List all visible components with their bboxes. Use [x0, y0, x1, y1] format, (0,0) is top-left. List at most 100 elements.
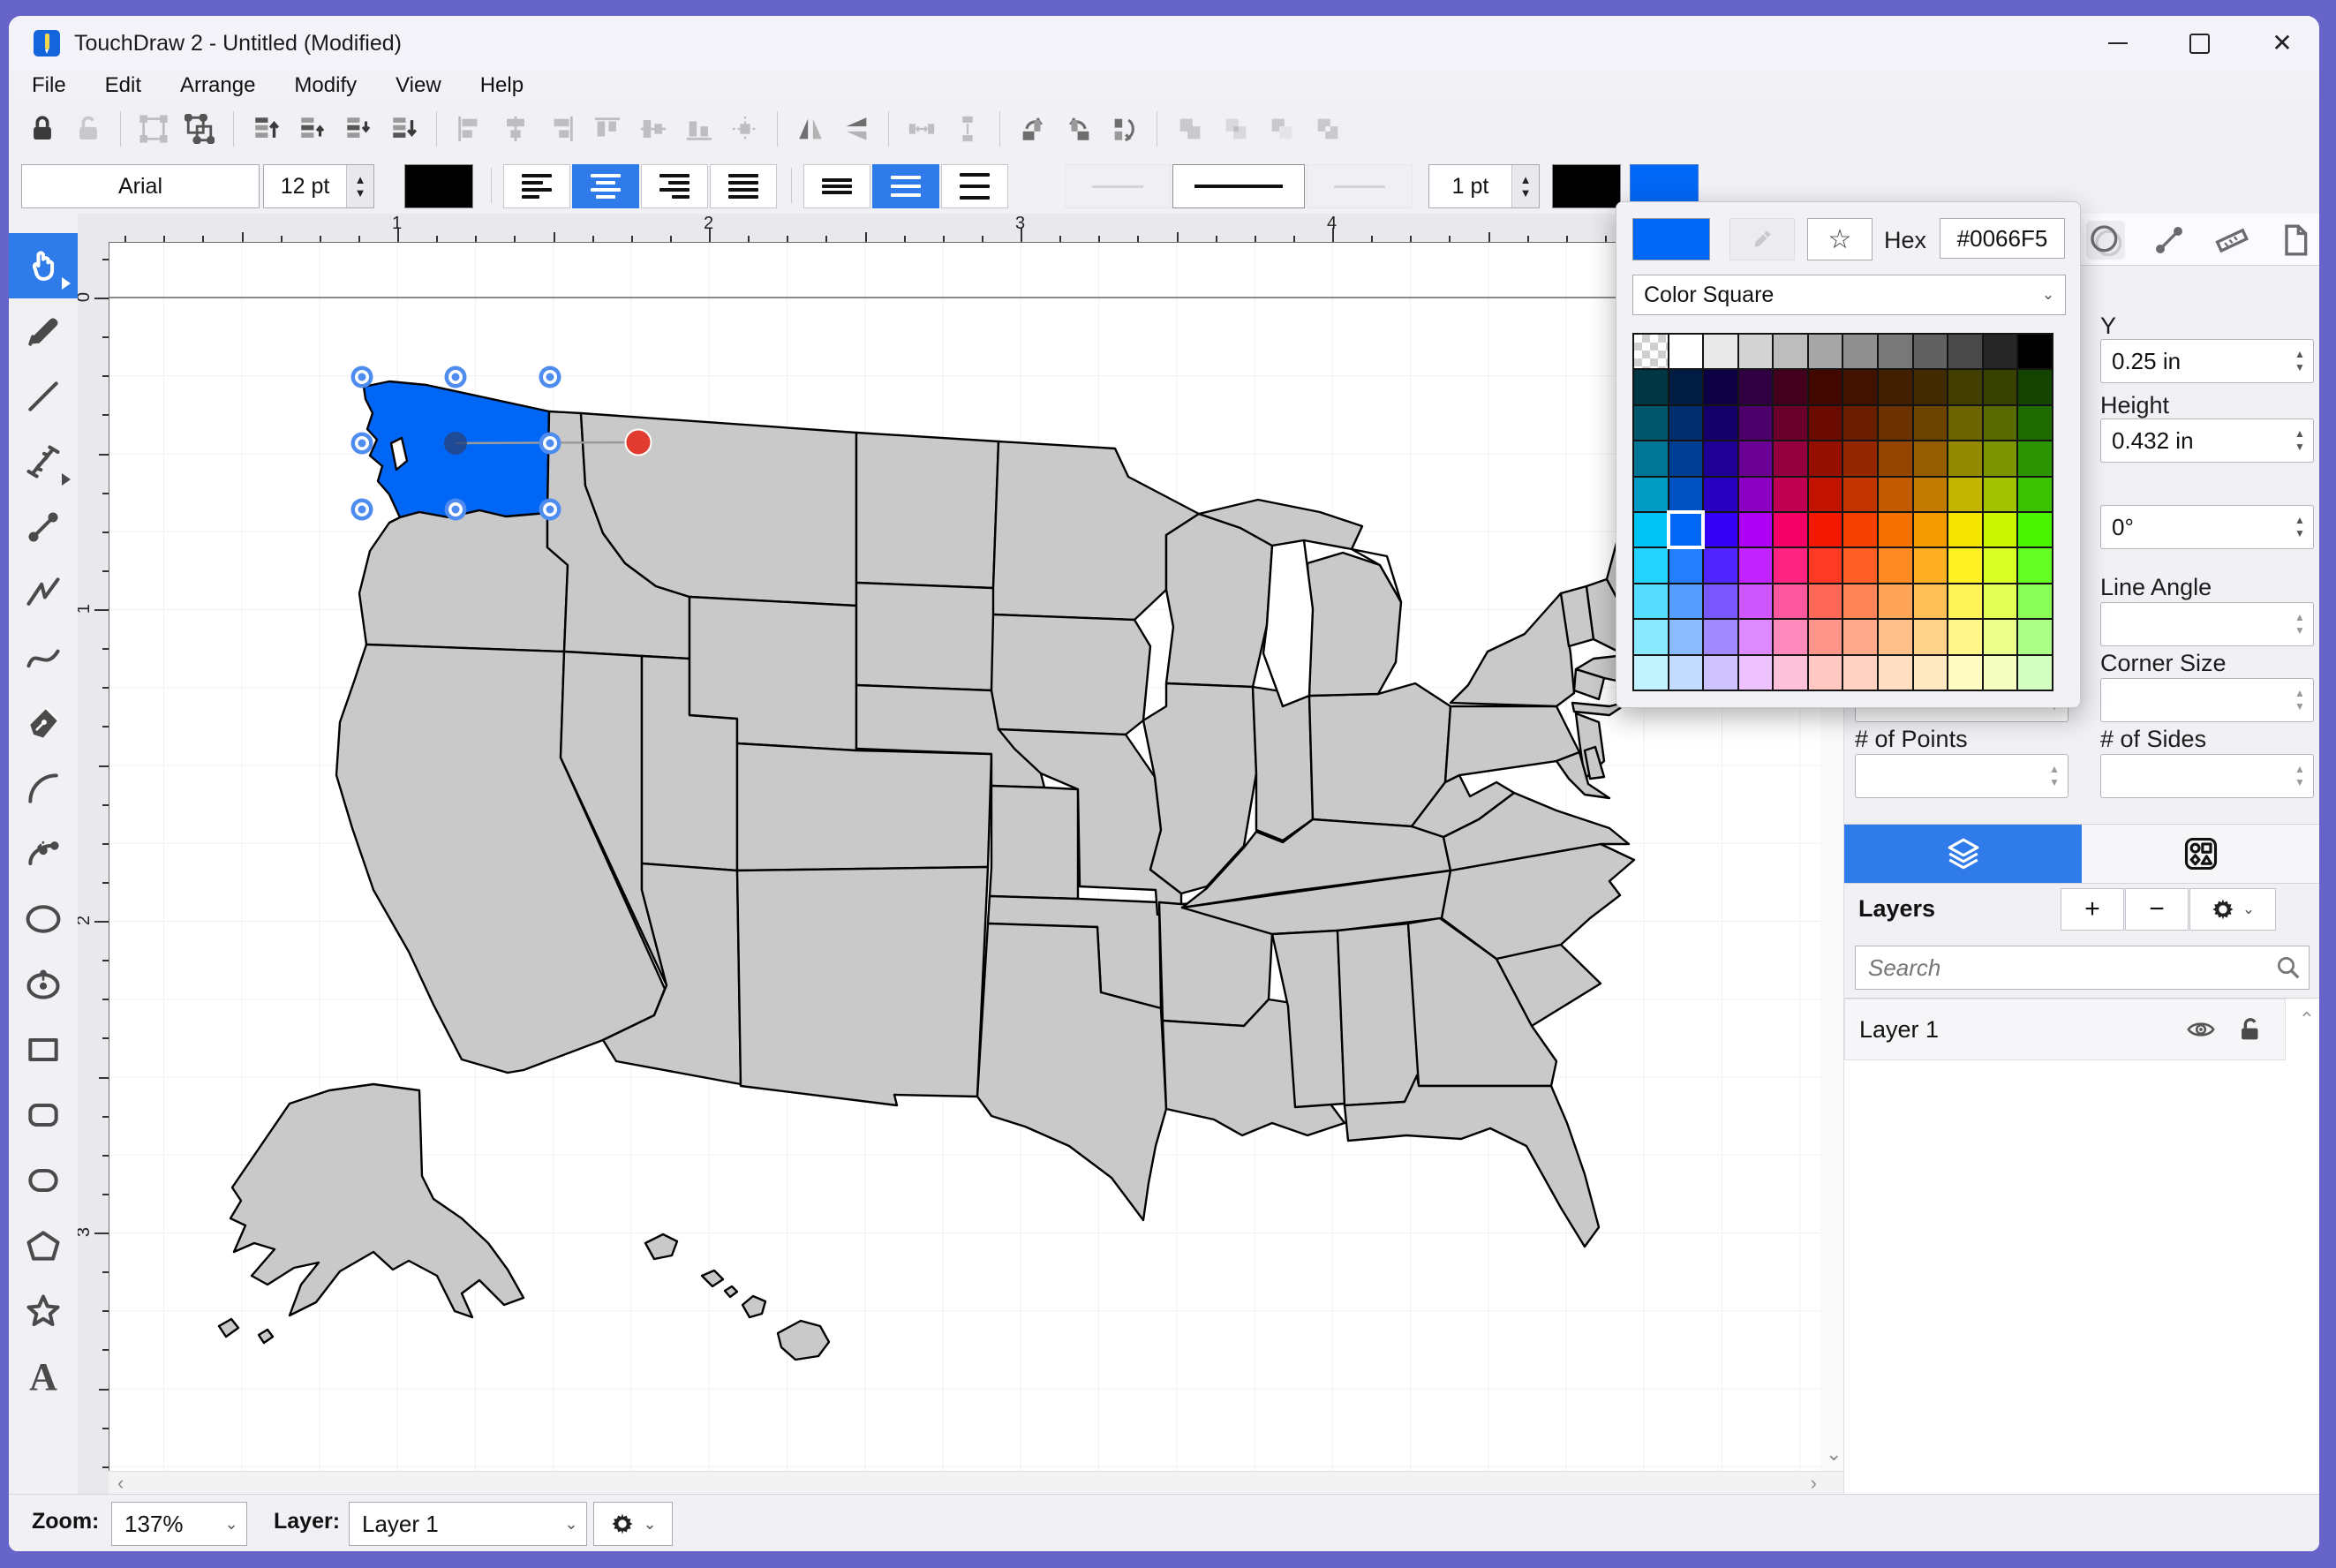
map-state-wisconsin[interactable]	[1164, 512, 1274, 689]
add-layer-button[interactable]: +	[2061, 888, 2124, 931]
menu-file[interactable]: File	[32, 73, 66, 98]
tab-metrics[interactable]	[2212, 221, 2251, 260]
palette-cell[interactable]	[2018, 584, 2052, 619]
tool-text[interactable]: A	[9, 1344, 78, 1409]
tool-rounded-rectangle[interactable]	[9, 1082, 78, 1148]
palette-cell[interactable]	[1634, 405, 1668, 441]
layer-gear-button[interactable]: ⌄	[593, 1502, 673, 1546]
palette-cell[interactable]	[1913, 335, 1948, 369]
palette-cell[interactable]	[1634, 477, 1668, 511]
stroke-style-alt-button[interactable]	[1307, 164, 1413, 208]
flip-vertical-button[interactable]	[835, 108, 878, 150]
minimize-button[interactable]	[2092, 23, 2144, 64]
map-state-pennsylvania[interactable]	[1443, 705, 1581, 784]
palette-cell[interactable]	[1808, 584, 1842, 619]
palette-cell[interactable]	[1738, 335, 1773, 369]
maximize-button[interactable]	[2174, 23, 2225, 64]
palette-cell[interactable]	[1913, 477, 1948, 511]
map-hawaii-island-5[interactable]	[776, 1319, 831, 1361]
palette-cell[interactable]	[1669, 405, 1703, 441]
palette-cell[interactable]	[1913, 370, 1948, 404]
map-state-iowa[interactable]	[990, 613, 1152, 736]
tool-arc-by-points[interactable]	[9, 821, 78, 886]
palette-cell[interactable]	[1843, 370, 1878, 404]
palette-cell[interactable]	[1913, 584, 1948, 619]
palette-cell[interactable]	[1843, 335, 1878, 369]
palette-cell[interactable]	[1843, 405, 1878, 441]
align-text-justify-button[interactable]	[710, 164, 777, 208]
palette-cell[interactable]	[1669, 620, 1703, 654]
rotate-180-button[interactable]	[1104, 108, 1146, 150]
palette-cell[interactable]	[1983, 655, 2017, 690]
palette-cell[interactable]	[1774, 513, 1807, 547]
num-sides-field[interactable]: ▲ ▼	[2100, 754, 2314, 798]
hex-input[interactable]	[1940, 218, 2065, 259]
palette-cell[interactable]	[1913, 513, 1948, 547]
menu-arrange[interactable]: Arrange	[180, 73, 255, 98]
menu-modify[interactable]: Modify	[294, 73, 357, 98]
tab-shape-style[interactable]	[2086, 221, 2125, 260]
palette-cell[interactable]	[1913, 405, 1948, 441]
palette-cell[interactable]	[1704, 655, 1737, 690]
align-top-button[interactable]	[586, 108, 629, 150]
align-middle-vertical-button[interactable]	[632, 108, 674, 150]
align-text-center-button[interactable]	[572, 164, 639, 208]
palette-cell[interactable]	[1704, 620, 1737, 654]
stroke-width-stepper[interactable]: 1 pt ▲ ▼	[1428, 164, 1540, 208]
tab-page-setup[interactable]	[2276, 221, 2315, 260]
palette-cell[interactable]	[1948, 584, 1982, 619]
map-state-indiana[interactable]	[1251, 685, 1315, 842]
angle-field[interactable]: 0° ▲ ▼	[2100, 505, 2314, 549]
group-button[interactable]	[132, 108, 175, 150]
palette-cell[interactable]	[1879, 335, 1912, 369]
rotate-left-button[interactable]	[1012, 108, 1054, 150]
eyedropper-button[interactable]	[1729, 218, 1795, 260]
map-state-colorado[interactable]	[735, 742, 993, 872]
subtract-button[interactable]	[1261, 108, 1303, 150]
palette-cell[interactable]	[1808, 335, 1842, 369]
palette-cell[interactable]	[1774, 405, 1807, 441]
tool-circle-by-center[interactable]	[9, 952, 78, 1017]
palette-cell[interactable]	[1738, 441, 1773, 476]
intersect-button[interactable]	[1215, 108, 1257, 150]
tab-shape-library[interactable]	[2082, 825, 2319, 883]
map-state-new-mexico[interactable]	[735, 865, 990, 1107]
exclude-button[interactable]	[1307, 108, 1349, 150]
palette-cell[interactable]	[1669, 655, 1703, 690]
palette-cell[interactable]	[1983, 620, 2017, 654]
palette-cell[interactable]	[1879, 441, 1912, 476]
palette-cell[interactable]	[2018, 370, 2052, 404]
palette-cell[interactable]	[1948, 620, 1982, 654]
map-state-alabama[interactable]	[1336, 922, 1420, 1107]
palette-cell[interactable]	[1808, 513, 1842, 547]
map-hawaii-island-3[interactable]	[723, 1285, 739, 1299]
palette-cell[interactable]	[1808, 655, 1842, 690]
palette-cell[interactable]	[2018, 335, 2052, 369]
palette-cell[interactable]	[1704, 548, 1737, 583]
tool-connector[interactable]	[9, 494, 78, 560]
tool-select[interactable]	[9, 233, 78, 298]
palette-cell[interactable]	[1774, 335, 1807, 369]
align-bottom-button[interactable]	[678, 108, 720, 150]
map-hawaii-island-2[interactable]	[700, 1269, 725, 1288]
map-hawaii-island-4[interactable]	[741, 1294, 767, 1319]
palette-cell[interactable]	[1669, 584, 1703, 619]
palette-cell[interactable]	[1843, 655, 1878, 690]
palette-cell[interactable]	[1738, 655, 1773, 690]
palette-cell[interactable]	[1634, 620, 1668, 654]
tool-polygon[interactable]	[9, 1213, 78, 1278]
layer-search-input[interactable]	[1866, 950, 2258, 985]
palette-cell[interactable]	[1879, 620, 1912, 654]
line-spacing-1-5-button[interactable]	[872, 164, 939, 208]
palette-cell[interactable]	[1913, 655, 1948, 690]
palette-cell[interactable]	[1843, 584, 1878, 619]
map-state-kansas[interactable]	[988, 784, 1080, 901]
palette-cell[interactable]	[1913, 620, 1948, 654]
palette-cell[interactable]	[1948, 477, 1982, 511]
stroke-style-solid-button[interactable]	[1172, 164, 1305, 208]
scroll-left-icon[interactable]: ‹	[117, 1472, 124, 1495]
palette-cell[interactable]	[1704, 405, 1737, 441]
palette-cell[interactable]	[2018, 548, 2052, 583]
layer-row[interactable]: Layer 1	[1844, 999, 2286, 1060]
num-points-field[interactable]: ▲ ▼	[1855, 754, 2068, 798]
